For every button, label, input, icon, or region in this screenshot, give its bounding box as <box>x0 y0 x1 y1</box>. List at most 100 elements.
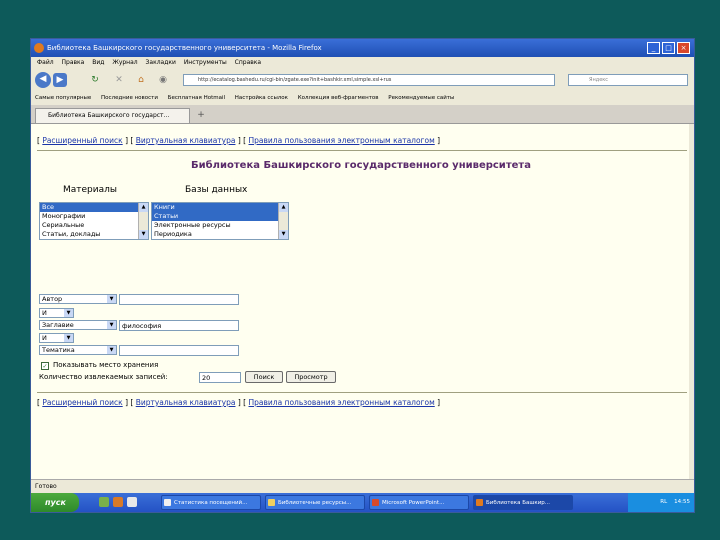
taskbar-item[interactable]: Microsoft PowerPoint... <box>369 495 469 510</box>
bottom-links: [ Расширенный поиск ] [ Виртуальная клав… <box>37 398 441 407</box>
tab-strip: Библиотека Башкирского государст... + <box>31 105 694 124</box>
url-bar[interactable]: http://ecatalog.bashedu.ru/cgi-bin/zgate… <box>183 74 555 86</box>
view-button[interactable]: Просмотр <box>286 371 336 383</box>
menu-bookmarks[interactable]: Закладки <box>146 59 176 66</box>
operator-select[interactable]: И ▼ <box>39 333 74 343</box>
show-location-checkbox[interactable]: ✓ <box>41 362 49 370</box>
scroll-down-icon[interactable]: ▼ <box>139 230 148 239</box>
bookmark-item[interactable]: Бесплатная Hotmail <box>168 95 225 101</box>
scroll-up-icon[interactable]: ▲ <box>139 203 148 212</box>
list-item[interactable]: Статьи <box>152 212 288 221</box>
chevron-down-icon: ▼ <box>64 334 73 342</box>
field-select-title[interactable]: Заглавие ▼ <box>39 320 117 330</box>
select-value: И <box>42 309 47 317</box>
advanced-search-link[interactable]: Расширенный поиск <box>42 136 122 145</box>
top-links: [ Расширенный поиск ] [ Виртуальная клав… <box>37 136 441 145</box>
taskbar-item-label: Microsoft PowerPoint... <box>382 500 445 506</box>
databases-list[interactable]: Книги Статьи Электронные ресурсы Периоди… <box>151 202 289 240</box>
bookmark-item[interactable]: Последние новости <box>101 95 158 101</box>
list-item[interactable]: Все <box>40 203 148 212</box>
scroll-down-icon[interactable]: ▼ <box>279 230 288 239</box>
page-scrollbar[interactable] <box>689 124 694 479</box>
bookmark-item[interactable]: Настройка ссылок <box>235 95 288 101</box>
menu-tools[interactable]: Инструменты <box>184 59 227 66</box>
count-input[interactable]: 20 <box>199 372 241 383</box>
select-value: Тематика <box>42 346 75 354</box>
taskbar-item-label: Статистика посещений... <box>174 500 248 506</box>
reader-icon[interactable]: ◉ <box>157 73 169 87</box>
page-content: [ Расширенный поиск ] [ Виртуальная клав… <box>31 124 691 479</box>
start-button[interactable]: пуск <box>31 493 79 512</box>
media-icon[interactable] <box>127 497 137 507</box>
powerpoint-icon <box>372 499 379 506</box>
chevron-down-icon: ▼ <box>64 309 73 317</box>
author-input[interactable] <box>119 294 239 305</box>
bookmark-item[interactable]: Коллекция веб-фрагментов <box>298 95 379 101</box>
desktop: { "window": { "title": "Библиотека Башки… <box>0 0 720 540</box>
menu-view[interactable]: Вид <box>92 59 104 66</box>
search-box[interactable]: Яндекс <box>568 74 688 86</box>
select-value: Автор <box>42 295 63 303</box>
scroll-up-icon[interactable]: ▲ <box>279 203 288 212</box>
virtual-keyboard-link[interactable]: Виртуальная клавиатура <box>136 136 236 145</box>
taskbar-item-label: Библиотечные ресурсы... <box>278 500 352 506</box>
language-indicator[interactable]: RL <box>660 499 667 505</box>
firefox-icon <box>34 43 44 53</box>
operator-select[interactable]: И ▼ <box>39 308 74 318</box>
list-item[interactable]: Электронные ресурсы <box>152 221 288 230</box>
home-icon[interactable]: ⌂ <box>135 73 147 87</box>
show-location-label: Показывать место хранения <box>53 361 159 369</box>
taskbar: пуск Статистика посещений... Библиотечны… <box>31 493 694 512</box>
window-icon <box>164 499 171 506</box>
menu-file[interactable]: Файл <box>37 59 54 66</box>
search-button[interactable]: Поиск <box>245 371 283 383</box>
databases-heading: Базы данных <box>185 185 248 195</box>
title-input[interactable]: философия <box>119 320 239 331</box>
browser-icon[interactable] <box>113 497 123 507</box>
navigation-toolbar: ◀ ▶ ↻ ✕ ⌂ ◉ http://ecatalog.bashedu.ru/c… <box>31 69 694 91</box>
close-button[interactable]: × <box>677 42 690 54</box>
tab-library[interactable]: Библиотека Башкирского государст... <box>35 108 190 123</box>
materials-list[interactable]: Все Монографии Сериальные Статьи, доклад… <box>39 202 149 240</box>
desktop-icon[interactable] <box>99 497 109 507</box>
list-item[interactable]: Сериальные <box>40 221 148 230</box>
list-item[interactable]: Статьи, доклады <box>40 230 148 239</box>
bookmark-item[interactable]: Рекомендуемые сайты <box>388 95 454 101</box>
clock: 14:55 <box>674 499 690 505</box>
menu-help[interactable]: Справка <box>235 59 261 66</box>
back-button[interactable]: ◀ <box>35 72 51 88</box>
field-select-author[interactable]: Автор ▼ <box>39 294 117 304</box>
count-label: Количество извлекаемых записей: <box>39 373 168 381</box>
subject-input[interactable] <box>119 345 239 356</box>
forward-button[interactable]: ▶ <box>53 73 67 87</box>
rules-link[interactable]: Правила пользования электронным каталого… <box>249 398 435 407</box>
chevron-down-icon: ▼ <box>107 346 116 354</box>
folder-icon <box>268 499 275 506</box>
scrollbar[interactable]: ▲ ▼ <box>138 203 148 239</box>
bookmarks-toolbar: Самые популярные Последние новости Беспл… <box>31 91 694 105</box>
window-title: Библиотека Башкирского государственного … <box>47 44 322 52</box>
menu-history[interactable]: Журнал <box>112 59 137 66</box>
menu-edit[interactable]: Правка <box>62 59 85 66</box>
field-select-subject[interactable]: Тематика ▼ <box>39 345 117 355</box>
firefox-icon <box>476 499 483 506</box>
scrollbar[interactable]: ▲ ▼ <box>278 203 288 239</box>
list-item[interactable]: Монографии <box>40 212 148 221</box>
new-tab-button[interactable]: + <box>194 109 208 122</box>
list-item[interactable]: Периодика <box>152 230 288 239</box>
maximize-button[interactable]: □ <box>662 42 675 54</box>
taskbar-item[interactable]: Статистика посещений... <box>161 495 261 510</box>
bookmark-item[interactable]: Самые популярные <box>35 95 91 101</box>
chevron-down-icon: ▼ <box>107 295 116 303</box>
taskbar-item[interactable]: Библиотечные ресурсы... <box>265 495 365 510</box>
divider <box>37 392 687 393</box>
minimize-button[interactable]: _ <box>647 42 660 54</box>
reload-icon[interactable]: ↻ <box>89 73 101 87</box>
advanced-search-link[interactable]: Расширенный поиск <box>42 398 122 407</box>
virtual-keyboard-link[interactable]: Виртуальная клавиатура <box>136 398 236 407</box>
page-title: Библиотека Башкирского государственного … <box>191 160 531 171</box>
rules-link[interactable]: Правила пользования электронным каталого… <box>249 136 435 145</box>
taskbar-item[interactable]: Библиотека Башкир... <box>473 495 573 510</box>
stop-icon[interactable]: ✕ <box>113 73 125 87</box>
list-item[interactable]: Книги <box>152 203 288 212</box>
